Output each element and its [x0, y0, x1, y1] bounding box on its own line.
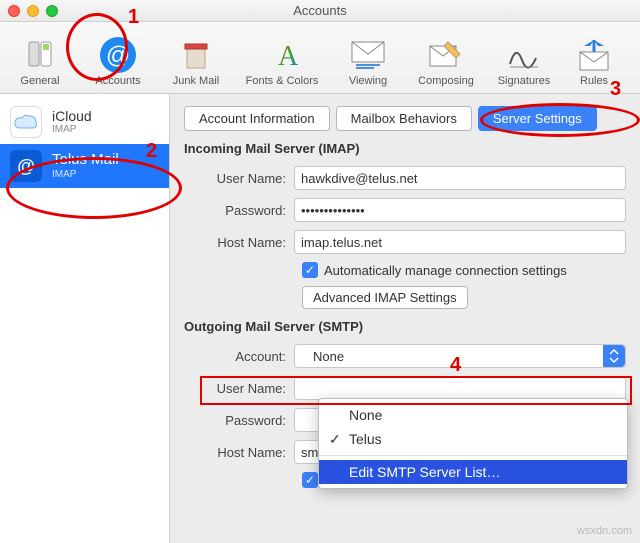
outgoing-hostname-label: Host Name: — [184, 445, 294, 460]
account-type: IMAP — [52, 169, 119, 181]
toolbar-label: General — [20, 75, 59, 87]
incoming-username-field[interactable]: hawkdive@telus.net — [294, 166, 626, 190]
svg-text:@: @ — [106, 42, 130, 69]
annotation-number-1: 1 — [128, 6, 139, 29]
tab-bar: Account Information Mailbox Behaviors Se… — [184, 106, 626, 131]
at-icon: @ — [98, 35, 138, 75]
toolbar-accounts[interactable]: @ Accounts — [80, 35, 156, 91]
envelope-lines-icon — [348, 35, 388, 75]
incoming-password-label: Password: — [184, 203, 294, 218]
incoming-hostname-label: Host Name: — [184, 235, 294, 250]
dropdown-option-label: None — [349, 407, 382, 423]
incoming-heading: Incoming Mail Server (IMAP) — [184, 141, 626, 156]
rules-icon — [574, 35, 614, 75]
toolbar-label: Fonts & Colors — [246, 75, 319, 87]
check-icon: ✓ — [329, 431, 341, 448]
toolbar-label: Rules — [580, 75, 608, 87]
toolbar-label: Junk Mail — [173, 75, 219, 87]
outgoing-password-label: Password: — [184, 413, 294, 428]
account-name: iCloud — [52, 108, 92, 125]
toolbar-label: Accounts — [95, 75, 140, 87]
outgoing-account-value: None — [301, 349, 344, 364]
compose-icon — [426, 35, 466, 75]
accounts-sidebar: iCloud IMAP @ Telus Mail IMAP — [0, 94, 170, 543]
window-title: Accounts — [0, 3, 640, 18]
sidebar-account-telus[interactable]: @ Telus Mail IMAP — [0, 144, 169, 188]
smtp-account-dropdown[interactable]: None ✓ Telus Edit SMTP Server List… — [318, 398, 628, 489]
advanced-imap-button[interactable]: Advanced IMAP Settings — [302, 286, 468, 309]
preferences-toolbar: General @ Accounts Junk Mail A Fonts & C… — [0, 22, 640, 94]
cloud-icon — [10, 106, 42, 138]
toolbar-composing[interactable]: Composing — [408, 35, 484, 91]
outgoing-username-label: User Name: — [184, 381, 294, 396]
signature-icon — [504, 35, 544, 75]
dropdown-option-telus[interactable]: ✓ Telus — [319, 427, 627, 451]
dropdown-option-label: Edit SMTP Server List… — [349, 464, 500, 480]
incoming-hostname-field[interactable]: imap.telus.net — [294, 230, 626, 254]
incoming-username-label: User Name: — [184, 171, 294, 186]
trash-icon — [176, 35, 216, 75]
toolbar-label: Composing — [418, 75, 474, 87]
switch-icon — [20, 35, 60, 75]
outgoing-heading: Outgoing Mail Server (SMTP) — [184, 319, 626, 334]
toolbar-junk[interactable]: Junk Mail — [158, 35, 234, 91]
incoming-auto-label: Automatically manage connection settings — [324, 263, 567, 278]
tab-account-information[interactable]: Account Information — [184, 106, 330, 131]
dropdown-separator — [319, 455, 627, 456]
toolbar-general[interactable]: General — [2, 35, 78, 91]
dropdown-option-label: Telus — [349, 431, 382, 447]
outgoing-auto-checkbox[interactable]: ✓ — [302, 472, 318, 488]
toolbar-signatures[interactable]: Signatures — [486, 35, 562, 91]
incoming-auto-checkbox[interactable]: ✓ — [302, 262, 318, 278]
toolbar-label: Signatures — [498, 75, 551, 87]
titlebar: Accounts — [0, 0, 640, 22]
toolbar-label: Viewing — [349, 75, 387, 87]
account-name: Telus Mail — [52, 151, 119, 169]
tab-mailbox-behaviors[interactable]: Mailbox Behaviors — [336, 106, 472, 131]
incoming-password-field[interactable]: •••••••••••••• — [294, 198, 626, 222]
sidebar-account-icloud[interactable]: iCloud IMAP — [0, 100, 169, 144]
outgoing-account-label: Account: — [184, 349, 294, 364]
dropdown-option-none[interactable]: None — [319, 403, 627, 427]
at-icon: @ — [10, 150, 42, 182]
annotation-number-3: 3 — [610, 78, 621, 101]
annotation-number-4: 4 — [450, 354, 461, 377]
toolbar-viewing[interactable]: Viewing — [330, 35, 406, 91]
fonts-icon: A — [262, 35, 302, 75]
svg-text:A: A — [278, 41, 299, 72]
dropdown-edit-smtp[interactable]: Edit SMTP Server List… — [319, 460, 627, 484]
annotation-number-2: 2 — [146, 140, 157, 163]
account-type: IMAP — [52, 124, 92, 136]
outgoing-username-field[interactable] — [294, 376, 626, 400]
toolbar-fonts[interactable]: A Fonts & Colors — [236, 35, 328, 91]
chevron-updown-icon — [603, 345, 625, 367]
watermark: wsxdn.com — [577, 525, 632, 537]
tab-server-settings[interactable]: Server Settings — [478, 106, 597, 131]
